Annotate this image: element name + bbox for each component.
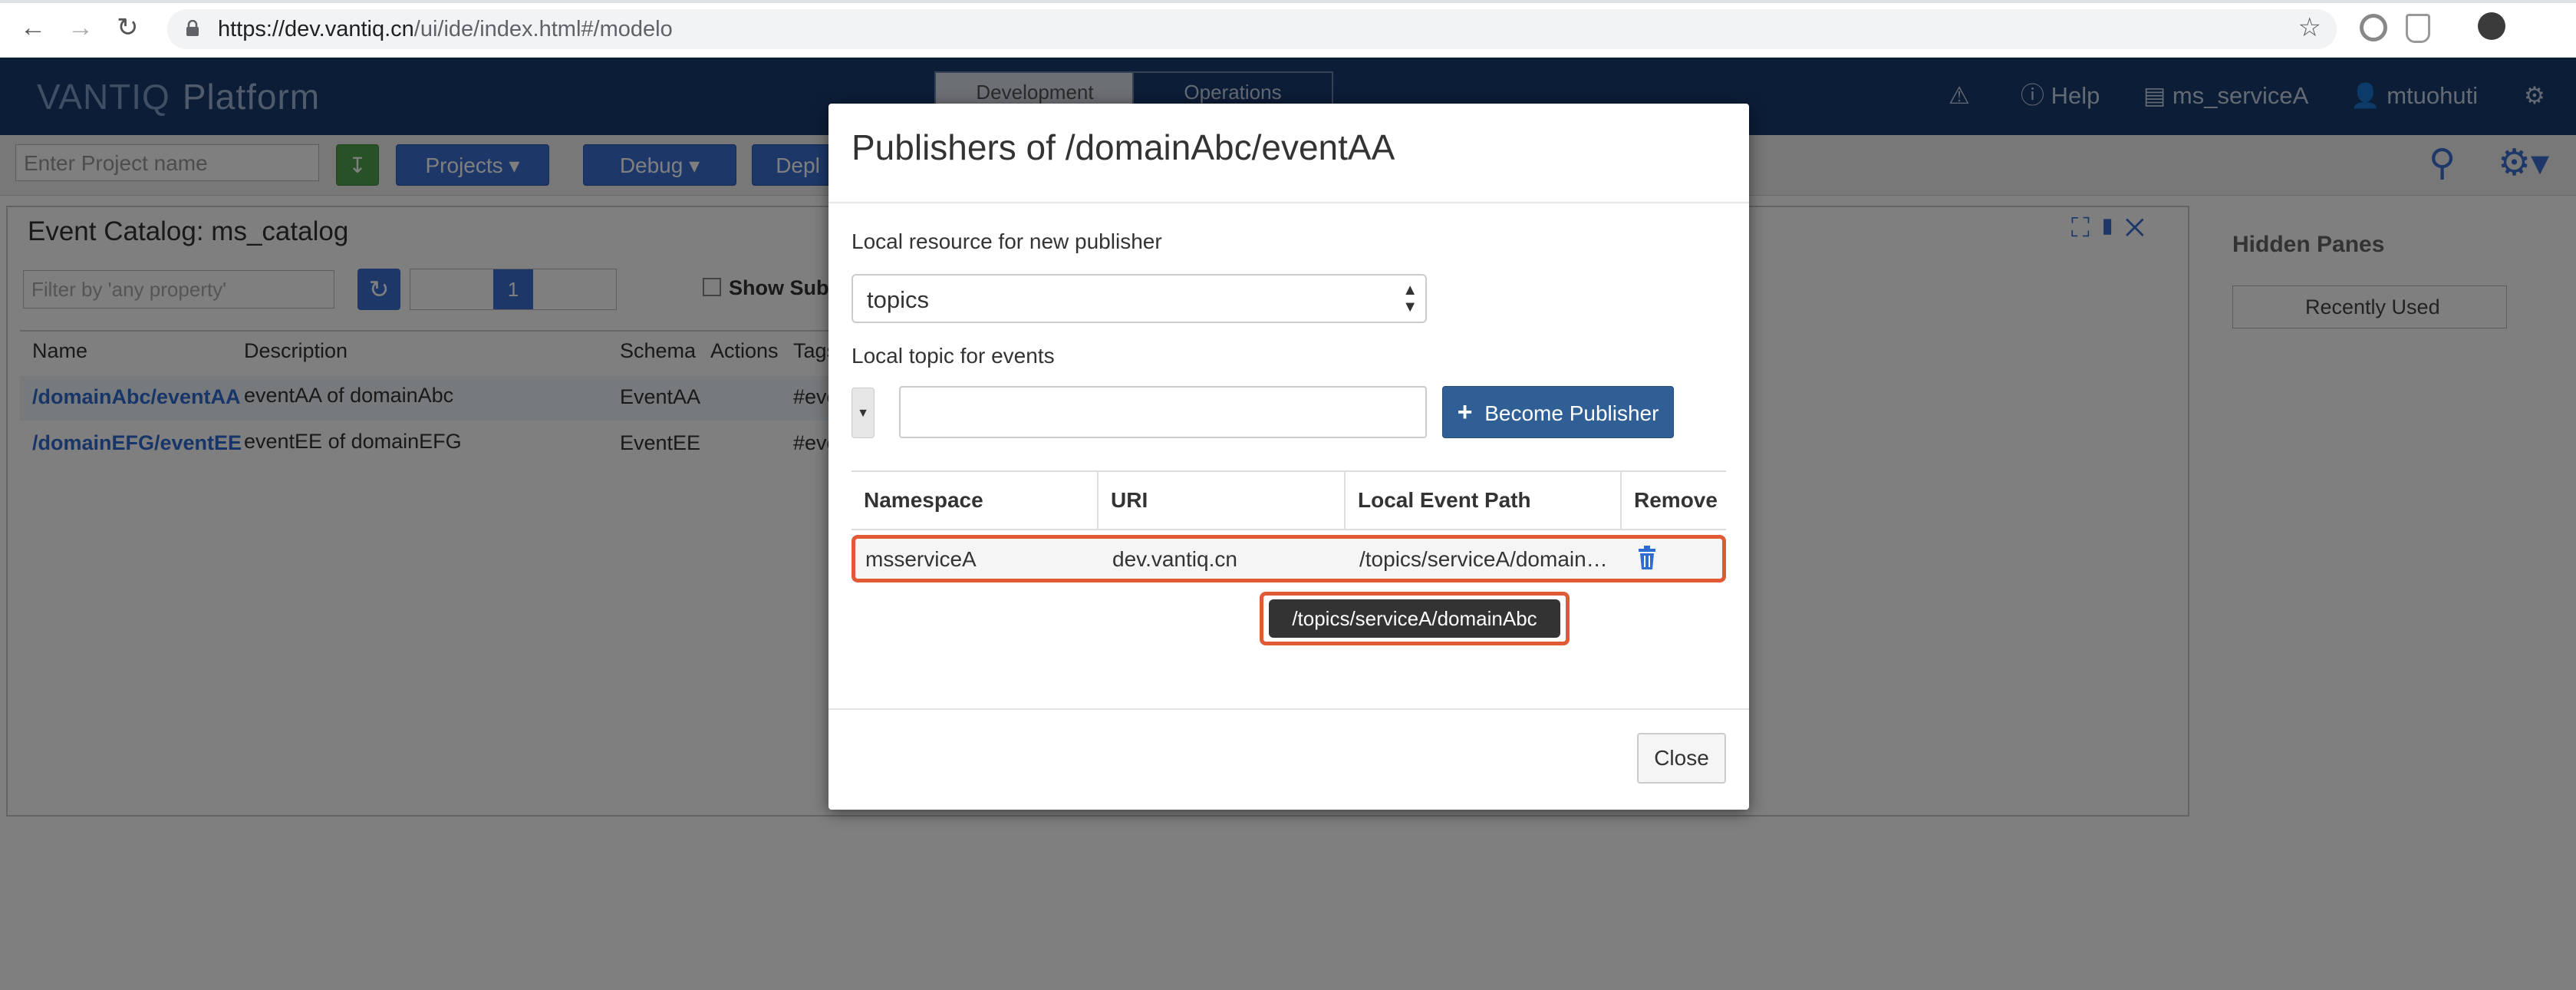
publisher-path: /topics/serviceA/domain… [1359,547,1608,571]
dialog-divider [828,202,1749,203]
url-path: /ui/ide/index.html#/modelo [413,17,673,41]
forward-icon[interactable]: → [68,11,94,45]
address-bar[interactable]: https://dev.vantiq.cn/ui/ide/index.html#… [167,9,2337,49]
topic-input[interactable] [899,386,1427,438]
shield-extension-icon[interactable] [2406,14,2430,43]
become-publisher-button[interactable]: + Become Publisher [1442,386,1674,438]
dialog-footer-divider [828,708,1749,710]
avatar[interactable] [2478,12,2505,40]
browser-toolbar: ← → ↻ https://dev.vantiq.cn/ui/ide/index… [0,0,2576,58]
url-host: https://dev.vantiq.cn [218,17,414,41]
close-button[interactable]: Close [1637,733,1726,784]
trash-icon[interactable] [1637,546,1657,570]
col-local-event-path: Local Event Path [1346,472,1622,529]
back-icon[interactable]: ← [20,11,46,45]
col-uri: URI [1099,472,1346,529]
become-publisher-label: Become Publisher [1484,401,1659,425]
resource-select-value: topics [867,286,929,313]
reload-icon[interactable]: ↻ [117,11,139,45]
col-remove: Remove [1634,488,1718,512]
extension-circle-icon[interactable] [2360,14,2387,41]
tab-strip [0,0,2576,3]
topic-dropdown-toggle[interactable]: ▼ [852,388,875,438]
publisher-uri: dev.vantiq.cn [1112,547,1237,571]
lock-icon [186,20,199,36]
publishers-table-header: Namespace URI Local Event Path Remove [852,470,1726,530]
topic-label: Local topic for events [852,344,1055,368]
plus-icon: + [1457,398,1473,427]
col-namespace: Namespace [852,472,1099,529]
dialog-title: Publishers of /domainAbc/eventAA [852,127,1395,167]
path-tooltip: /topics/serviceA/domainAbc [1269,599,1560,638]
star-icon[interactable]: ☆ [2298,12,2321,43]
resource-label: Local resource for new publisher [852,229,1162,253]
select-arrows-icon: ▲ ▼ [1402,282,1418,315]
publishers-dialog: Publishers of /domainAbc/eventAA Local r… [828,104,1749,810]
url-text: https://dev.vantiq.cn/ui/ide/index.html#… [218,16,673,42]
publisher-namespace: msserviceA [865,547,977,571]
resource-select[interactable]: topics ▲ ▼ [852,274,1427,323]
